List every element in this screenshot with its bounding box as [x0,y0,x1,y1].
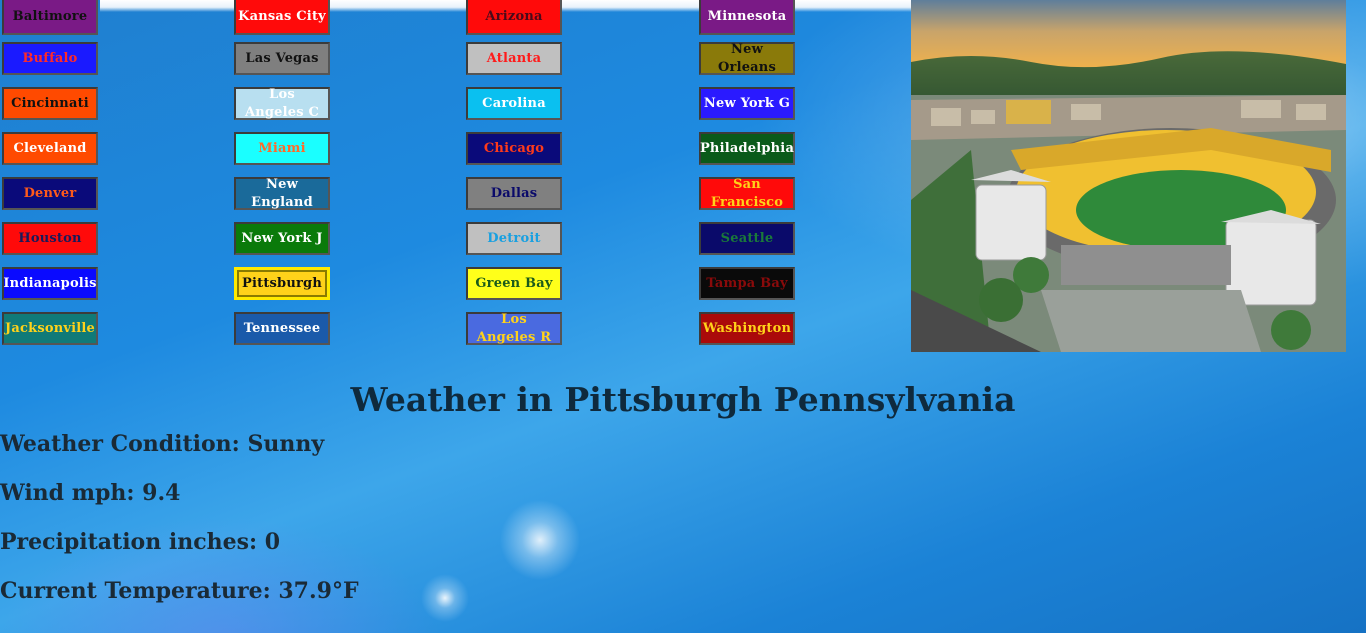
team-button-label: Cleveland [13,140,87,156]
team-button-chicago[interactable]: Chicago [466,132,562,165]
team-button-label: Los Angeles C [244,86,320,120]
team-button-label: New England [251,176,313,210]
team-button-label: San Francisco [710,176,784,210]
team-button-label: Detroit [487,230,541,246]
team-button-label: Chicago [483,140,545,156]
team-button-cleveland[interactable]: Cleveland [2,132,98,165]
team-button-miami[interactable]: Miami [234,132,330,165]
team-button-new-orleans[interactable]: New Orleans [699,42,795,75]
team-button-label: Tennessee [243,320,321,336]
team-button-los-angeles-c[interactable]: Los Angeles C [234,87,330,120]
wind-speed: Wind mph: 9.4 [0,480,181,506]
team-button-label: Green Bay [475,275,553,291]
team-button-san-francisco[interactable]: San Francisco [699,177,795,210]
team-button-green-bay[interactable]: Green Bay [466,267,562,300]
team-button-new-york-j[interactable]: New York J [234,222,330,255]
team-button-label: Tampa Bay [706,275,788,291]
team-button-tennessee[interactable]: Tennessee [234,312,330,345]
team-button-label: Los Angeles R [476,311,552,345]
team-button-label: Kansas City [238,8,326,24]
team-button-arizona[interactable]: Arizona [466,0,562,35]
team-button-jacksonville[interactable]: Jacksonville [2,312,98,345]
team-button-atlanta[interactable]: Atlanta [466,42,562,75]
team-button-label: Indianapolis [3,275,97,291]
team-button-label: Baltimore [12,8,88,24]
team-button-detroit[interactable]: Detroit [466,222,562,255]
team-button-pittsburgh[interactable]: Pittsburgh [234,267,330,300]
weather-heading: Weather in Pittsburgh Pennsylvania [350,380,1016,419]
team-button-label: Carolina [482,95,546,111]
team-button-new-york-g[interactable]: New York G [699,87,795,120]
team-button-carolina[interactable]: Carolina [466,87,562,120]
team-button-washington[interactable]: Washington [699,312,795,345]
team-button-label: Arizona [485,8,543,24]
weather-condition: Weather Condition: Sunny [0,431,325,457]
current-temperature: Current Temperature: 37.9°F [0,578,359,604]
team-button-philadelphia[interactable]: Philadelphia [699,132,795,165]
team-button-baltimore[interactable]: Baltimore [2,0,98,35]
team-button-label: Las Vegas [245,50,319,66]
team-button-label: Cincinnati [11,95,89,111]
precipitation: Precipitation inches: 0 [0,529,281,555]
team-button-label: Seattle [720,230,774,246]
team-button-label: New Orleans [718,41,776,75]
team-button-minnesota[interactable]: Minnesota [699,0,795,35]
stadium-photo [911,0,1346,352]
team-button-label: Miami [258,140,306,156]
team-button-label: Denver [23,185,77,201]
team-button-buffalo[interactable]: Buffalo [2,42,98,75]
team-button-cincinnati[interactable]: Cincinnati [2,87,98,120]
team-button-new-england[interactable]: New England [234,177,330,210]
team-button-kansas-city[interactable]: Kansas City [234,0,330,35]
team-button-label: Pittsburgh [242,275,322,291]
team-button-label: New York J [241,230,323,246]
team-button-denver[interactable]: Denver [2,177,98,210]
team-button-label: Buffalo [22,50,78,66]
team-button-label: Houston [18,230,82,246]
team-button-label: Atlanta [486,50,542,66]
team-button-indianapolis[interactable]: Indianapolis [2,267,98,300]
team-button-label: Dallas [490,185,538,201]
team-button-label: Washington [702,320,792,336]
team-button-label: Jacksonville [5,320,95,336]
team-button-label: New York G [703,95,791,111]
team-button-seattle[interactable]: Seattle [699,222,795,255]
team-button-label: Philadelphia [699,140,795,156]
team-button-dallas[interactable]: Dallas [466,177,562,210]
team-button-label: Minnesota [707,8,787,24]
team-button-houston[interactable]: Houston [2,222,98,255]
team-button-tampa-bay[interactable]: Tampa Bay [699,267,795,300]
team-button-los-angeles-r[interactable]: Los Angeles R [466,312,562,345]
team-button-las-vegas[interactable]: Las Vegas [234,42,330,75]
